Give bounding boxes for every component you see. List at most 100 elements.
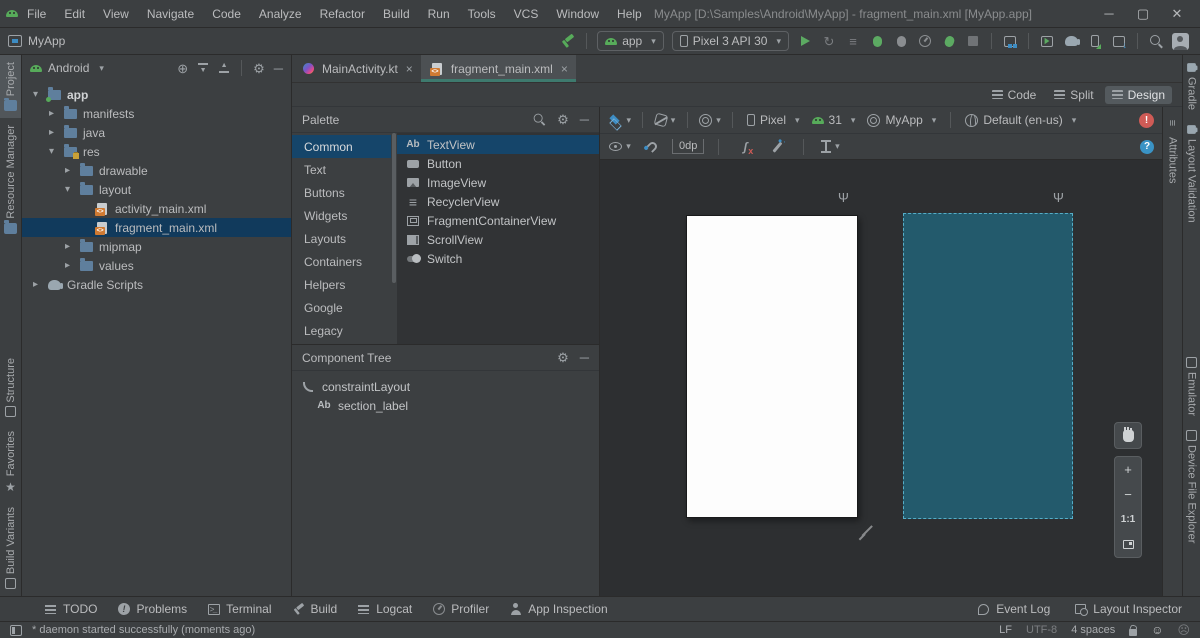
tool-window-tab[interactable]: Emulator: [1183, 350, 1200, 423]
device-dropdown[interactable]: Pixel 3 API 30: [671, 31, 789, 51]
palette-category[interactable]: Common: [292, 135, 391, 158]
menu-item[interactable]: Tools: [459, 7, 505, 21]
tool-window-tab[interactable]: Project: [0, 55, 21, 119]
tool-window-tab[interactable]: Layout Validation: [1183, 117, 1200, 230]
palette-gear-icon[interactable]: ⚙: [557, 113, 569, 126]
close-tab-icon[interactable]: ×: [406, 62, 413, 76]
maximize-button[interactable]: ▢: [1126, 1, 1160, 27]
indent-indicator[interactable]: 4 spaces: [1071, 624, 1115, 636]
bottom-tool-window-button[interactable]: Logcat: [349, 600, 420, 618]
tree-row[interactable]: ▸ values: [22, 256, 291, 275]
smiley-face-icon[interactable]: ☺: [1151, 624, 1163, 636]
bottom-tool-window-button[interactable]: Build: [284, 600, 346, 618]
menu-item[interactable]: Code: [203, 7, 250, 21]
device-selector[interactable]: Pixel: [743, 113, 804, 127]
zoom-to-fit-button[interactable]: [1115, 532, 1141, 557]
tree-row[interactable]: ▾ layout: [22, 180, 291, 199]
orientation-button[interactable]: [653, 110, 676, 130]
autoconnect-button[interactable]: [641, 137, 663, 157]
tree-row[interactable]: ▸ mipmap: [22, 237, 291, 256]
tree-expand-chevron[interactable]: ▸: [46, 127, 57, 138]
navigation-bar[interactable]: MyApp: [8, 34, 65, 48]
palette-component[interactable]: ScrollView: [397, 230, 599, 249]
menu-item[interactable]: Help: [608, 7, 651, 21]
running-devices-button[interactable]: [1036, 31, 1058, 51]
palette-category[interactable]: Legacy: [292, 319, 391, 342]
design-canvas-area[interactable]: Ψ Ψ + − 1:1: [600, 160, 1162, 596]
settings-gear-icon[interactable]: ⚙: [253, 62, 265, 75]
tree-expand-chevron[interactable]: ▸: [62, 165, 73, 176]
design-header-wrench-icon[interactable]: Ψ: [838, 190, 849, 205]
zoom-actual-button[interactable]: 1:1: [1115, 507, 1141, 532]
component-tree-gear-icon[interactable]: ⚙: [557, 351, 569, 364]
view-options-button[interactable]: [609, 110, 631, 130]
theme-selector[interactable]: MyApp: [863, 113, 940, 127]
editor-mode-button[interactable]: Split: [1047, 86, 1100, 104]
palette-component[interactable]: FragmentContainerView: [397, 211, 599, 230]
close-tab-icon[interactable]: ×: [561, 62, 568, 76]
menu-item[interactable]: Edit: [55, 7, 94, 21]
palette-search-icon[interactable]: [533, 113, 546, 126]
build-hammer-button[interactable]: [557, 31, 579, 51]
stop-button[interactable]: [962, 31, 984, 51]
component-tree-row[interactable]: section_label: [292, 396, 599, 415]
menu-item[interactable]: Navigate: [138, 7, 203, 21]
menu-item[interactable]: Build: [374, 7, 419, 21]
attach-debugger-button[interactable]: [890, 31, 912, 51]
bottom-tool-window-button[interactable]: Layout Inspector: [1066, 600, 1190, 618]
tool-window-tab[interactable]: Build Variants: [0, 500, 21, 596]
palette-scrollbar[interactable]: [391, 133, 397, 344]
design-view-canvas[interactable]: [686, 215, 858, 518]
line-ending-indicator[interactable]: LF: [999, 624, 1012, 636]
sync-gradle-button[interactable]: [1060, 31, 1082, 51]
infer-constraints-button[interactable]: [766, 137, 788, 157]
device-manager-button[interactable]: [999, 31, 1021, 51]
editor-mode-button[interactable]: Design: [1104, 85, 1172, 104]
palette-category[interactable]: Widgets: [292, 204, 391, 227]
search-everywhere-button[interactable]: [1145, 31, 1167, 51]
pan-tool-button[interactable]: [1114, 422, 1142, 449]
palette-component[interactable]: RecyclerView: [397, 192, 599, 211]
tree-expand-chevron[interactable]: ▸: [46, 108, 57, 119]
bottom-tool-window-button[interactable]: Terminal: [199, 600, 279, 618]
palette-category[interactable]: Text: [292, 158, 391, 181]
pair-devices-button[interactable]: [1084, 31, 1106, 51]
help-badge[interactable]: ?: [1140, 139, 1154, 154]
palette-category[interactable]: Buttons: [292, 181, 391, 204]
expand-all-button[interactable]: [197, 62, 209, 74]
palette-category[interactable]: Layouts: [292, 227, 391, 250]
tool-window-switcher-icon[interactable]: [10, 624, 22, 636]
palette-hide-button[interactable]: ─: [580, 113, 589, 126]
tree-expand-chevron[interactable]: ▾: [30, 89, 41, 100]
night-mode-button[interactable]: [699, 110, 721, 130]
menu-item[interactable]: Refactor: [311, 7, 374, 21]
tree-row[interactable]: fragment_main.xml: [22, 218, 291, 237]
minimize-button[interactable]: ─: [1092, 1, 1126, 27]
locate-file-button[interactable]: ⊕: [177, 62, 188, 75]
guideline-button[interactable]: [819, 137, 841, 157]
bottom-tool-window-button[interactable]: App Inspection: [501, 600, 615, 618]
tree-row[interactable]: ▸ drawable: [22, 161, 291, 180]
tool-window-tab[interactable]: Gradle: [1183, 55, 1200, 117]
menu-item[interactable]: File: [18, 7, 55, 21]
palette-component[interactable]: Button: [397, 154, 599, 173]
tree-expand-chevron[interactable]: ▸: [62, 260, 73, 271]
menu-item[interactable]: VCS: [505, 7, 548, 21]
menu-item[interactable]: View: [94, 7, 138, 21]
tree-row[interactable]: ▾ app: [22, 85, 291, 104]
collapse-all-button[interactable]: [218, 62, 230, 74]
canvas-resize-handle[interactable]: [858, 524, 878, 542]
tool-window-tab[interactable]: Structure: [0, 351, 21, 425]
tree-expand-chevron[interactable]: ▾: [46, 146, 57, 157]
bottom-tool-window-button[interactable]: ! Problems: [109, 600, 195, 618]
run-button[interactable]: [794, 31, 816, 51]
blueprint-header-wrench-icon[interactable]: Ψ: [1053, 190, 1064, 205]
default-margin-selector[interactable]: 0dp: [672, 139, 705, 154]
tree-expand-chevron[interactable]: ▾: [62, 184, 73, 195]
palette-component[interactable]: Switch: [397, 249, 599, 268]
editor-tab[interactable]: fragment_main.xml ×: [420, 55, 576, 82]
component-tree-hide-button[interactable]: ─: [580, 351, 589, 364]
tree-row[interactable]: ▸ java: [22, 123, 291, 142]
attributes-tab[interactable]: Attributes: [1167, 113, 1179, 187]
editor-tab[interactable]: MainActivity.kt ×: [292, 55, 421, 82]
